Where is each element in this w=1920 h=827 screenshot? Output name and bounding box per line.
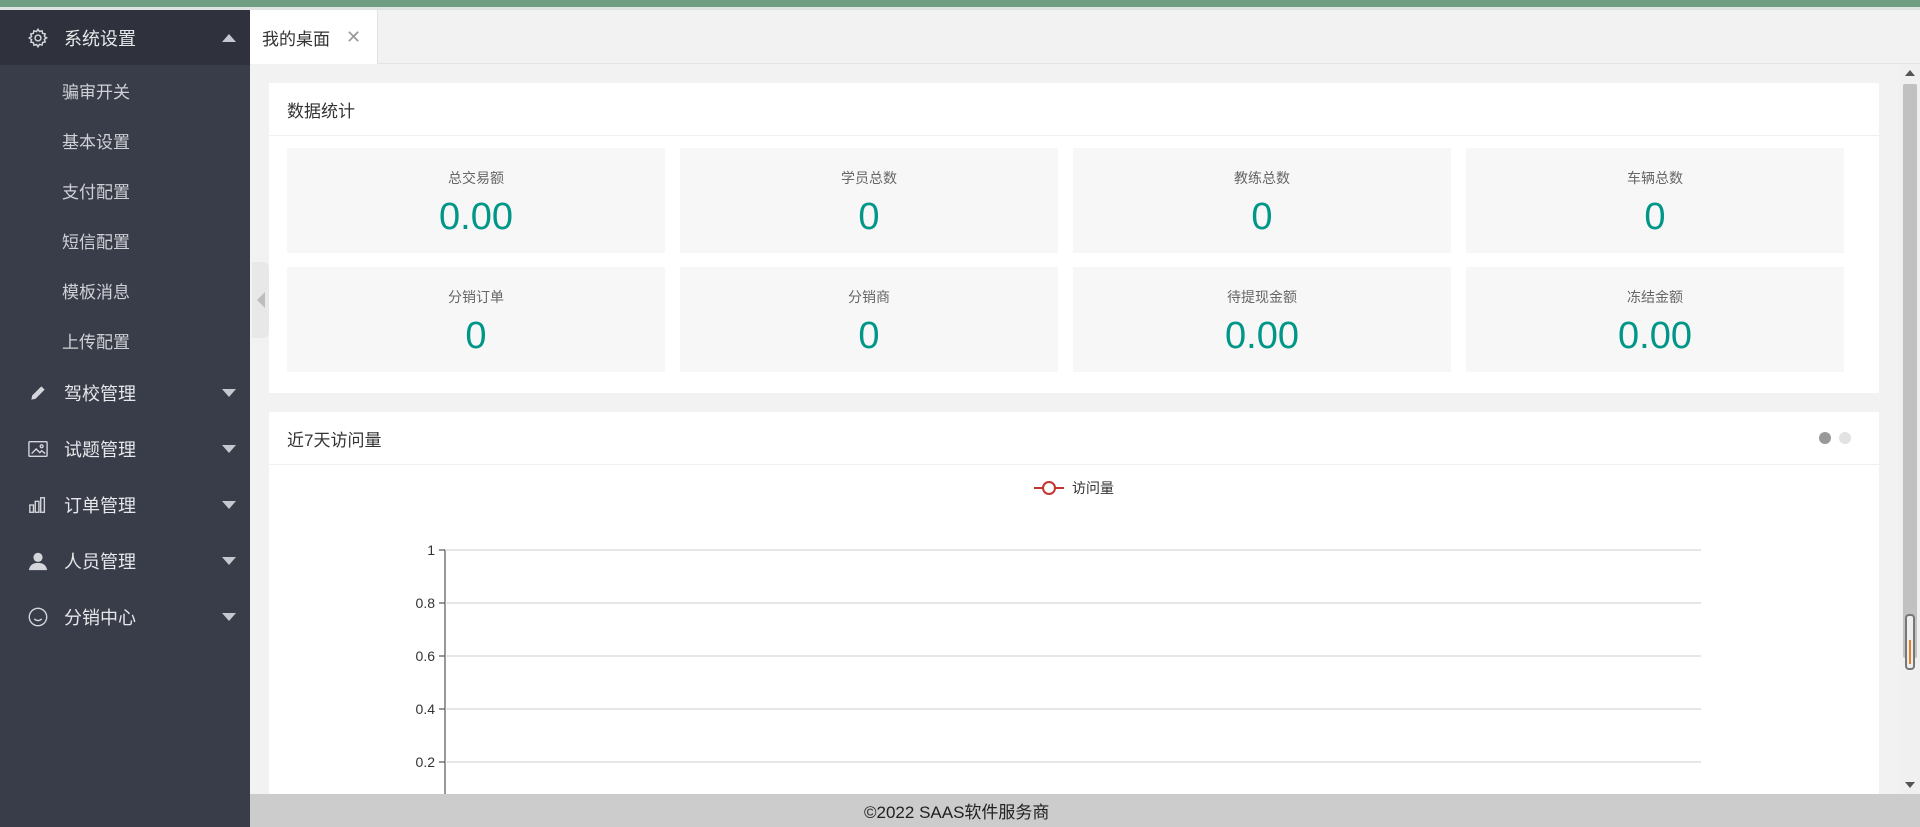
stat-label: 车辆总数 <box>1627 170 1683 186</box>
stat-label: 分销商 <box>848 289 890 305</box>
image-icon <box>26 437 50 461</box>
stat-value: 0.00 <box>1618 315 1692 357</box>
sidebar-group-label: 系统设置 <box>64 28 136 49</box>
stat-label: 学员总数 <box>841 170 897 186</box>
tab-my-desktop[interactable]: 我的桌面 ✕ <box>250 10 378 64</box>
chevron-down-icon <box>222 557 236 565</box>
stats-grid: 总交易额 0.00 学员总数 0 教练总数 0 车辆总数 0 分销订单 0 分销商 0 待提… <box>269 136 1879 384</box>
visits-line-chart: 1 0.8 0.6 0.4 0.2 <box>416 542 1701 794</box>
sidebar-group-label: 分销中心 <box>64 608 136 628</box>
stat-tile: 学员总数 0 <box>680 148 1058 253</box>
stat-tile: 分销订单 0 <box>287 267 665 372</box>
chevron-down-icon <box>222 389 236 397</box>
stat-label: 分销订单 <box>448 289 504 305</box>
stat-value: 0 <box>858 315 880 357</box>
stat-value: 0 <box>1251 196 1273 238</box>
chart-legend[interactable]: 访问量 <box>269 478 1879 498</box>
y-tick-label: 0.4 <box>416 701 436 717</box>
stat-value: 0 <box>1644 196 1666 238</box>
top-accent-strip <box>0 0 1920 10</box>
y-tick-label: 1 <box>427 542 435 558</box>
y-tick-label: 0.8 <box>416 595 436 611</box>
sidebar-group-questions[interactable]: 试题管理 <box>0 421 250 477</box>
chevron-down-icon <box>222 613 236 621</box>
footer: ©2022 SAAS软件服务商 <box>250 794 1920 827</box>
sidebar-item-payment-config[interactable]: 支付配置 <box>0 165 250 215</box>
sidebar-item-basic-settings[interactable]: 基本设置 <box>0 115 250 165</box>
stat-value: 0.00 <box>439 196 513 238</box>
sidebar-group-personnel[interactable]: 人员管理 <box>0 533 250 589</box>
stat-tile: 分销商 0 <box>680 267 1058 372</box>
close-icon[interactable]: ✕ <box>346 27 361 48</box>
carousel-indicator <box>1819 432 1851 444</box>
tab-label: 我的桌面 <box>262 29 330 49</box>
stat-tile: 车辆总数 0 <box>1466 148 1844 253</box>
chevron-up-icon <box>222 33 236 42</box>
legend-series-label: 访问量 <box>1072 480 1114 496</box>
main-content: 数据统计 总交易额 0.00 学员总数 0 教练总数 0 车辆总数 0 分销订单 0 分销… <box>250 64 1900 794</box>
tab-bar: 我的桌面 ✕ <box>250 10 1920 64</box>
stat-tile: 冻结金额 0.00 <box>1466 267 1844 372</box>
stat-label: 教练总数 <box>1234 170 1290 186</box>
chevron-down-icon <box>222 501 236 509</box>
stats-card: 数据统计 总交易额 0.00 学员总数 0 教练总数 0 车辆总数 0 分销订单 0 分销… <box>269 83 1879 393</box>
legend-line-marker <box>1034 481 1064 495</box>
stat-tile: 教练总数 0 <box>1073 148 1451 253</box>
visits-card: 近7天访问量 访问量 1 0.8 0.6 0.4 0.2 <box>269 412 1879 794</box>
sidebar-group-distribution[interactable]: 分销中心 <box>0 589 250 645</box>
sidebar-group-label: 试题管理 <box>64 440 136 460</box>
sidebar-group-system-settings[interactable]: 系统设置 <box>0 10 250 65</box>
scroll-up-arrow-icon[interactable] <box>1905 70 1915 76</box>
visits-card-title: 近7天访问量 <box>287 430 382 450</box>
sidebar-group-label: 驾校管理 <box>64 384 136 404</box>
y-tick-label: 0.6 <box>416 648 436 664</box>
sidebar-group-label: 人员管理 <box>64 552 136 572</box>
chevron-down-icon <box>222 445 236 453</box>
user-icon <box>26 549 50 573</box>
sidebar-item-template-message[interactable]: 模板消息 <box>0 265 250 315</box>
y-tick-label: 0.2 <box>416 754 436 770</box>
sidebar-item-upload-config[interactable]: 上传配置 <box>0 315 250 365</box>
carousel-dot-1[interactable] <box>1819 432 1831 444</box>
stat-value: 0.00 <box>1225 315 1299 357</box>
sidebar-item-sms-config[interactable]: 短信配置 <box>0 215 250 265</box>
sidebar-item-audit-switch[interactable]: 骗审开关 <box>0 65 250 115</box>
scroll-down-arrow-icon[interactable] <box>1905 782 1915 788</box>
sidebar-group-orders[interactable]: 订单管理 <box>0 477 250 533</box>
stat-label: 总交易额 <box>448 170 504 186</box>
footer-copyright: ©2022 SAAS软件服务商 <box>864 803 1050 822</box>
pencil-icon <box>26 381 50 405</box>
sidebar-group-label: 订单管理 <box>64 496 136 516</box>
scrollbar-thumb[interactable] <box>1903 84 1917 658</box>
stat-tile: 总交易额 0.00 <box>287 148 665 253</box>
chart-icon <box>26 493 50 517</box>
stat-value: 0 <box>858 196 880 238</box>
visits-card-head: 近7天访问量 <box>269 412 1879 465</box>
smile-icon <box>26 605 50 629</box>
stat-label: 待提现金额 <box>1227 289 1297 305</box>
gear-icon <box>26 26 50 50</box>
scroll-grip-handle[interactable] <box>1905 614 1915 670</box>
sidebar-group-driving-school[interactable]: 驾校管理 <box>0 365 250 421</box>
stat-tile: 待提现金额 0.00 <box>1073 267 1451 372</box>
stats-card-title: 数据统计 <box>269 83 1879 136</box>
stat-value: 0 <box>465 315 487 357</box>
carousel-dot-2[interactable] <box>1839 432 1851 444</box>
stat-label: 冻结金额 <box>1627 289 1683 305</box>
vertical-scrollbar[interactable] <box>1900 64 1920 794</box>
sidebar: 系统设置 骗审开关 基本设置 支付配置 短信配置 模板消息 上传配置 驾校管理 … <box>0 10 250 827</box>
